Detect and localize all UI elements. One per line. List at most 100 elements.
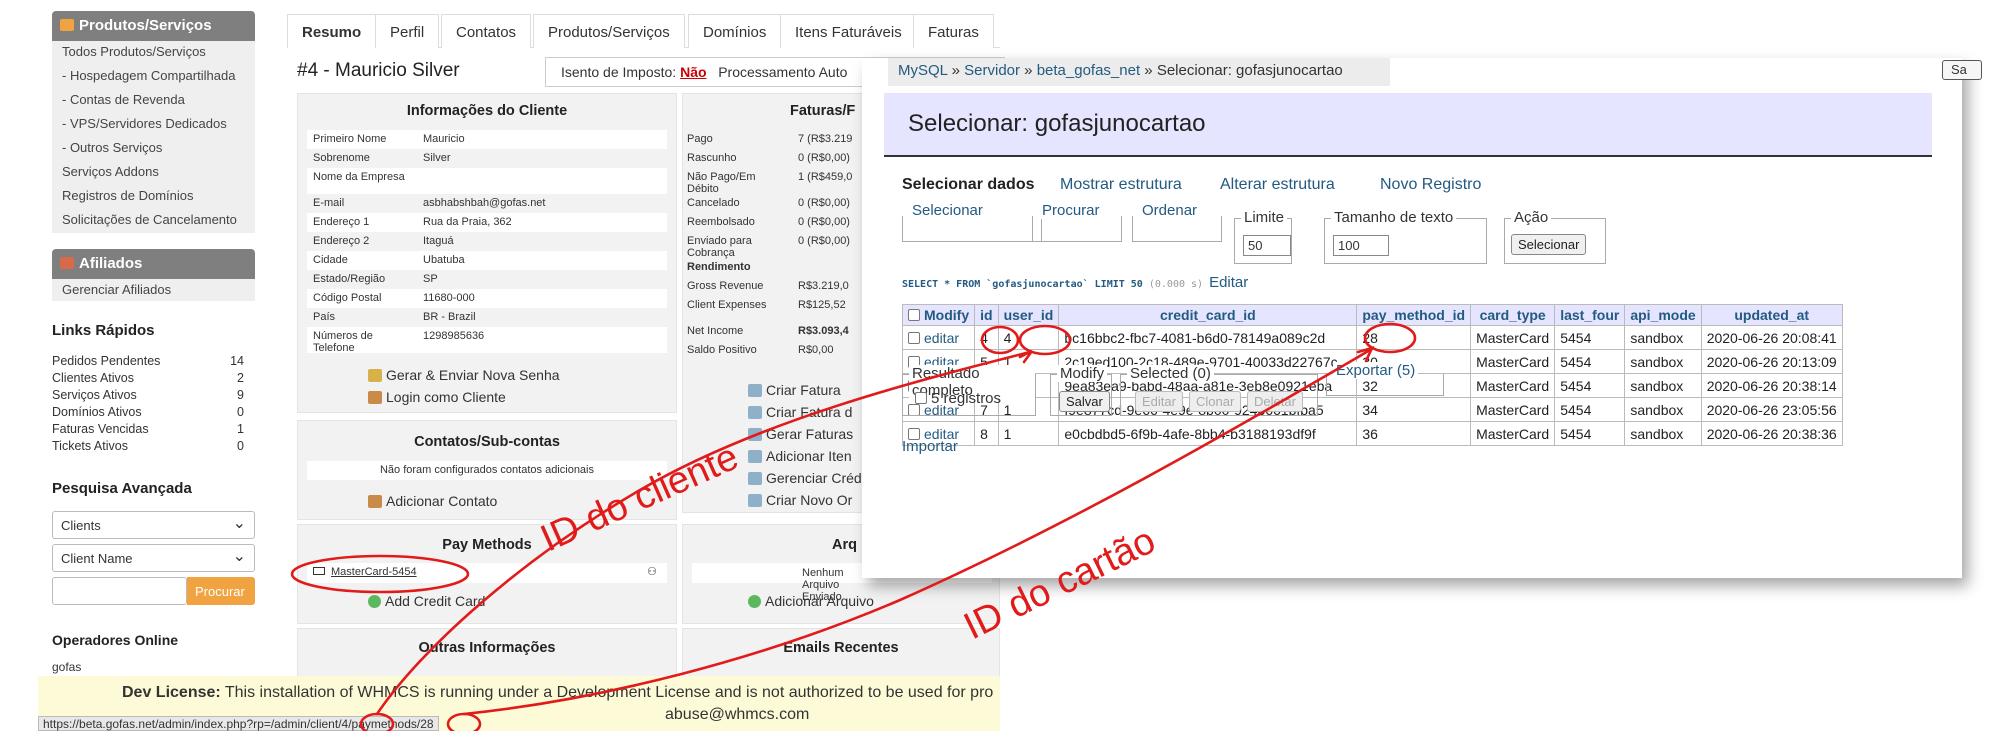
tax-exempt-value[interactable]: Não	[680, 64, 706, 80]
full-result-checkbox[interactable]	[915, 392, 927, 404]
cell-updated-at: 2020-06-26 20:13:09	[1700, 349, 1843, 374]
search-type-select[interactable]: Clients	[52, 511, 255, 539]
invoice-action-0[interactable]: Criar Fatura	[748, 382, 841, 398]
import-link[interactable]: Importar	[902, 438, 958, 455]
info-value: 11680-000	[423, 292, 475, 304]
breadcrumb-mysql[interactable]: MySQL	[898, 62, 947, 79]
table-row: editar 8 1 e0cbdbd5-6f9b-4afe-8bb4-b3188193…	[901, 421, 1843, 446]
col-id[interactable]: id	[974, 304, 999, 326]
sidebar-item-shared-hosting[interactable]: - Hospedagem Compartilhada	[62, 68, 235, 83]
cell-card-type: MasterCard	[1470, 421, 1556, 446]
col-modify[interactable]: Modify	[901, 304, 976, 326]
quick-link-row[interactable]: Pedidos Pendentes 14	[52, 354, 244, 368]
add-credit-card-action[interactable]: Add Credit Card	[368, 593, 485, 609]
cell-card-type: MasterCard	[1470, 325, 1556, 350]
invoice-key: Enviado para Cobrança	[687, 235, 752, 259]
search-input[interactable]	[52, 577, 187, 605]
select-fieldset[interactable]: Selecionar	[902, 202, 1042, 242]
search-button[interactable]: Procurar	[187, 577, 255, 605]
sidebar-item-all-products[interactable]: Todos Produtos/Serviços	[62, 44, 206, 59]
invoice-action-5[interactable]: Criar Novo Or	[748, 492, 852, 508]
tab-contatos[interactable]: Contatos	[441, 14, 532, 48]
tab-itens-faturaveis[interactable]: Itens Faturáveis	[780, 14, 917, 48]
user-icon	[368, 391, 382, 404]
quick-link-row[interactable]: Domínios Ativos 0	[52, 405, 244, 419]
col-last-four[interactable]: last_four	[1554, 304, 1626, 326]
client-title: #4 - Mauricio Silver	[297, 60, 460, 81]
col-updated-at[interactable]: updated_at	[1700, 304, 1843, 326]
col-credit-card-id[interactable]: credit_card_id	[1058, 304, 1358, 326]
tab-alter-structure[interactable]: Alterar estrutura	[1220, 176, 1335, 194]
delete-selected-button[interactable]: Deletar	[1247, 391, 1303, 412]
quick-link-row[interactable]: Serviços Ativos 9	[52, 388, 244, 402]
info-value: Mauricio	[423, 133, 465, 145]
invoice-key: Rendimento	[687, 261, 751, 273]
products-services-header[interactable]: Produtos/Serviços	[52, 11, 255, 41]
dev-license-email[interactable]: abuse@whmcs.com	[665, 706, 809, 724]
limit-input[interactable]: 50	[1243, 235, 1291, 256]
edit-query-link[interactable]: Editar	[1209, 274, 1248, 291]
sidebar-item-addons[interactable]: Serviços Addons	[62, 164, 159, 179]
row-edit-link[interactable]: editar	[924, 330, 959, 346]
invoice-value: 1 (R$459,0	[798, 171, 853, 183]
tab-faturas[interactable]: Faturas	[913, 14, 994, 48]
sidebar-item-reseller[interactable]: - Contas de Revenda	[62, 92, 185, 107]
tab-produtos-servicos[interactable]: Produtos/Serviços	[533, 14, 685, 48]
tab-new-record[interactable]: Novo Registro	[1380, 176, 1481, 194]
tab-dominios[interactable]: Domínios	[688, 14, 782, 48]
info-value: Silver	[423, 152, 451, 164]
user-add-icon	[368, 495, 382, 508]
pay-method-row[interactable]: MasterCard-5454 ⚇	[307, 563, 667, 583]
sidebar-item-cancellations[interactable]: Solicitações de Cancelamento	[62, 212, 237, 227]
edit-user-icon[interactable]: ⚇	[647, 565, 657, 578]
tab-resumo[interactable]: Resumo	[287, 14, 377, 48]
quick-link-row[interactable]: Clientes Ativos 2	[52, 371, 244, 385]
col-user-id[interactable]: user_id	[997, 304, 1060, 326]
breadcrumb-database[interactable]: beta_gofas_net	[1037, 62, 1140, 79]
login-as-client-action[interactable]: Login como Cliente	[368, 389, 506, 405]
tab-select-data[interactable]: Selecionar dados	[902, 176, 1035, 194]
edit-selected-button[interactable]: Editar	[1135, 391, 1183, 412]
select-all-checkbox[interactable]	[908, 309, 920, 321]
col-card-type[interactable]: card_type	[1470, 304, 1556, 326]
tab-perfil[interactable]: Perfil	[375, 14, 440, 48]
quick-link-row[interactable]: Tickets Ativos 0	[52, 439, 244, 453]
sidebar-item-manage-affiliates[interactable]: Gerenciar Afiliados	[62, 282, 171, 297]
text-length-input[interactable]: 100	[1333, 235, 1389, 256]
cell-pay-method-id: 36	[1356, 421, 1472, 446]
clone-selected-button[interactable]: Clonar	[1189, 391, 1242, 412]
client-info-row: Endereço 1 Rua da Praia, 362	[307, 213, 667, 232]
cell-api-mode: sandbox	[1624, 349, 1702, 374]
invoice-action-2[interactable]: Gerar Faturas	[748, 426, 853, 442]
cell-api-mode: sandbox	[1624, 397, 1702, 422]
invoice-action-4[interactable]: Gerenciar Créd	[748, 470, 862, 486]
select-action-button[interactable]: Selecionar	[1511, 234, 1587, 255]
sidebar-item-vps[interactable]: - VPS/Servidores Dedicados	[62, 116, 227, 131]
invoice-key: Gross Revenue	[687, 280, 764, 292]
full-result-option[interactable]: 5 registros	[915, 390, 1001, 407]
side-button[interactable]: Sa	[1942, 60, 1982, 80]
affiliates-header[interactable]: Afiliados	[52, 249, 255, 279]
breadcrumb-server[interactable]: Servidor	[964, 62, 1020, 79]
order-fieldset[interactable]: Ordenar	[1132, 202, 1222, 242]
invoice-action-1[interactable]: Criar Fatura d	[748, 404, 852, 420]
col-pay-method-id[interactable]: pay_method_id	[1356, 304, 1472, 326]
search-fieldset[interactable]: Procurar	[1032, 202, 1122, 242]
sidebar-item-other-services[interactable]: - Outros Serviços	[62, 140, 162, 155]
invoice-action-3[interactable]: Adicionar Iten	[748, 448, 852, 464]
generate-password-action[interactable]: Gerar & Enviar Nova Senha	[368, 367, 560, 383]
save-button[interactable]: Salvar	[1059, 391, 1110, 412]
row-checkbox[interactable]	[908, 331, 920, 344]
sidebar-item-domains[interactable]: Registros de Domínios	[62, 188, 194, 203]
search-field-select[interactable]: Client Name	[52, 544, 255, 572]
invoice-value: 7 (R$3.219	[798, 133, 853, 145]
quick-link-row[interactable]: Faturas Vencidas 1	[52, 422, 244, 436]
add-contact-action[interactable]: Adicionar Contato	[368, 493, 497, 509]
export-fieldset[interactable]: Exportar (5)	[1326, 362, 1444, 396]
advanced-search-title: Pesquisa Avançada	[52, 480, 192, 497]
other-info-title: Outras Informações	[418, 640, 556, 656]
col-api-mode[interactable]: api_mode	[1624, 304, 1702, 326]
tab-show-structure[interactable]: Mostrar estrutura	[1060, 176, 1182, 194]
row-edit-cell[interactable]: editar	[901, 325, 976, 350]
add-file-action[interactable]: Adicionar Arquivo	[748, 593, 874, 609]
